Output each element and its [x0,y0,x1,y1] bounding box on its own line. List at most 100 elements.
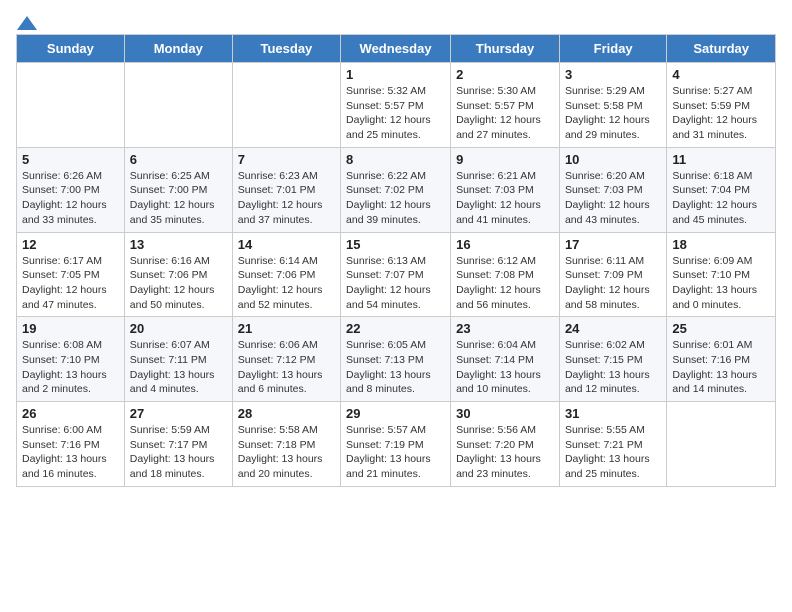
week-row-2: 12 Sunrise: 6:17 AM Sunset: 7:05 PM Dayli… [17,232,776,317]
day-number: 25 [672,321,770,336]
week-row-4: 26 Sunrise: 6:00 AM Sunset: 7:16 PM Dayli… [17,402,776,487]
day-number: 13 [130,237,227,252]
week-row-3: 19Sunrise: 6:08 AM Sunset: 7:10 PM Dayli… [17,317,776,402]
day-info: Sunrise: 5:29 AM Sunset: 5:58 PM Dayligh… [565,84,661,143]
day-cell: 28Sunrise: 5:58 AM Sunset: 7:18 PM Dayli… [232,402,340,487]
day-number: 9 [456,152,554,167]
weekday-header-tuesday: Tuesday [232,35,340,63]
day-info: Sunrise: 6:05 AM Sunset: 7:13 PM Dayligh… [346,338,445,397]
day-cell: 8 Sunrise: 6:22 AM Sunset: 7:02 PM Daylig… [341,147,451,232]
day-info: Sunrise: 6:00 AM Sunset: 7:16 PM Dayligh… [22,423,119,482]
day-info: Sunrise: 5:32 AM Sunset: 5:57 PM Dayligh… [346,84,445,143]
day-number: 31 [565,406,661,421]
day-cell: 18 Sunrise: 6:09 AM Sunset: 7:10 PM Dayli… [667,232,776,317]
day-number: 6 [130,152,227,167]
day-number: 17 [565,237,661,252]
day-number: 11 [672,152,770,167]
day-number: 24 [565,321,661,336]
day-number: 18 [672,237,770,252]
day-cell [124,63,232,148]
day-info: Sunrise: 6:09 AM Sunset: 7:10 PM Dayligh… [672,254,770,313]
day-info: Sunrise: 6:11 AM Sunset: 7:09 PM Dayligh… [565,254,661,313]
day-number: 21 [238,321,335,336]
day-cell: 23 Sunrise: 6:04 AM Sunset: 7:14 PM Dayli… [451,317,560,402]
day-number: 16 [456,237,554,252]
logo [16,16,38,26]
day-number: 4 [672,67,770,82]
day-info: Sunrise: 6:23 AM Sunset: 7:01 PM Dayligh… [238,169,335,228]
day-cell: 13 Sunrise: 6:16 AM Sunset: 7:06 PM Dayli… [124,232,232,317]
day-cell: 31 Sunrise: 5:55 AM Sunset: 7:21 PM Dayli… [559,402,666,487]
day-number: 26 [22,406,119,421]
day-info: Sunrise: 6:17 AM Sunset: 7:05 PM Dayligh… [22,254,119,313]
day-info: Sunrise: 5:55 AM Sunset: 7:21 PM Dayligh… [565,423,661,482]
day-info: Sunrise: 6:21 AM Sunset: 7:03 PM Dayligh… [456,169,554,228]
day-number: 15 [346,237,445,252]
day-info: Sunrise: 6:07 AM Sunset: 7:11 PM Dayligh… [130,338,227,397]
day-number: 1 [346,67,445,82]
header [16,16,776,26]
day-cell: 24 Sunrise: 6:02 AM Sunset: 7:15 PM Dayli… [559,317,666,402]
day-info: Sunrise: 6:08 AM Sunset: 7:10 PM Dayligh… [22,338,119,397]
day-number: 14 [238,237,335,252]
day-number: 30 [456,406,554,421]
day-info: Sunrise: 6:01 AM Sunset: 7:16 PM Dayligh… [672,338,770,397]
day-cell: 27 Sunrise: 5:59 AM Sunset: 7:17 PM Dayli… [124,402,232,487]
day-info: Sunrise: 6:02 AM Sunset: 7:15 PM Dayligh… [565,338,661,397]
day-number: 22 [346,321,445,336]
day-cell: 4 Sunrise: 5:27 AM Sunset: 5:59 PM Daylig… [667,63,776,148]
day-info: Sunrise: 6:20 AM Sunset: 7:03 PM Dayligh… [565,169,661,228]
weekday-header-monday: Monday [124,35,232,63]
day-number: 7 [238,152,335,167]
day-number: 28 [238,406,335,421]
day-cell: 7 Sunrise: 6:23 AM Sunset: 7:01 PM Daylig… [232,147,340,232]
day-info: Sunrise: 6:22 AM Sunset: 7:02 PM Dayligh… [346,169,445,228]
page-container: SundayMondayTuesdayWednesdayThursdayFrid… [16,16,776,487]
day-cell: 9 Sunrise: 6:21 AM Sunset: 7:03 PM Daylig… [451,147,560,232]
day-cell: 15 Sunrise: 6:13 AM Sunset: 7:07 PM Dayli… [341,232,451,317]
day-number: 10 [565,152,661,167]
day-number: 20 [130,321,227,336]
day-number: 27 [130,406,227,421]
day-number: 3 [565,67,661,82]
day-cell: 22 Sunrise: 6:05 AM Sunset: 7:13 PM Dayli… [341,317,451,402]
logo-icon [17,16,37,30]
day-info: Sunrise: 6:13 AM Sunset: 7:07 PM Dayligh… [346,254,445,313]
day-info: Sunrise: 6:16 AM Sunset: 7:06 PM Dayligh… [130,254,227,313]
day-number: 12 [22,237,119,252]
day-cell: 3 Sunrise: 5:29 AM Sunset: 5:58 PM Daylig… [559,63,666,148]
day-cell: 16 Sunrise: 6:12 AM Sunset: 7:08 PM Dayli… [451,232,560,317]
day-info: Sunrise: 6:06 AM Sunset: 7:12 PM Dayligh… [238,338,335,397]
day-cell: 5Sunrise: 6:26 AM Sunset: 7:00 PM Daylig… [17,147,125,232]
weekday-header-saturday: Saturday [667,35,776,63]
day-info: Sunrise: 5:57 AM Sunset: 7:19 PM Dayligh… [346,423,445,482]
day-cell [232,63,340,148]
weekday-header-sunday: Sunday [17,35,125,63]
weekday-header-row: SundayMondayTuesdayWednesdayThursdayFrid… [17,35,776,63]
day-cell [667,402,776,487]
day-info: Sunrise: 6:12 AM Sunset: 7:08 PM Dayligh… [456,254,554,313]
calendar-table: SundayMondayTuesdayWednesdayThursdayFrid… [16,34,776,487]
day-info: Sunrise: 5:27 AM Sunset: 5:59 PM Dayligh… [672,84,770,143]
day-number: 29 [346,406,445,421]
day-number: 2 [456,67,554,82]
day-cell: 12 Sunrise: 6:17 AM Sunset: 7:05 PM Dayli… [17,232,125,317]
day-cell: 21 Sunrise: 6:06 AM Sunset: 7:12 PM Dayli… [232,317,340,402]
day-info: Sunrise: 6:04 AM Sunset: 7:14 PM Dayligh… [456,338,554,397]
day-cell [17,63,125,148]
day-number: 5 [22,152,119,167]
day-cell: 19Sunrise: 6:08 AM Sunset: 7:10 PM Dayli… [17,317,125,402]
day-cell: 25 Sunrise: 6:01 AM Sunset: 7:16 PM Dayli… [667,317,776,402]
day-info: Sunrise: 6:14 AM Sunset: 7:06 PM Dayligh… [238,254,335,313]
weekday-header-friday: Friday [559,35,666,63]
day-number: 23 [456,321,554,336]
day-info: Sunrise: 5:30 AM Sunset: 5:57 PM Dayligh… [456,84,554,143]
day-cell: 1 Sunrise: 5:32 AM Sunset: 5:57 PM Daylig… [341,63,451,148]
day-cell: 26 Sunrise: 6:00 AM Sunset: 7:16 PM Dayli… [17,402,125,487]
week-row-1: 5Sunrise: 6:26 AM Sunset: 7:00 PM Daylig… [17,147,776,232]
day-cell: 11Sunrise: 6:18 AM Sunset: 7:04 PM Dayli… [667,147,776,232]
week-row-0: 1 Sunrise: 5:32 AM Sunset: 5:57 PM Daylig… [17,63,776,148]
day-number: 8 [346,152,445,167]
weekday-header-wednesday: Wednesday [341,35,451,63]
day-info: Sunrise: 5:59 AM Sunset: 7:17 PM Dayligh… [130,423,227,482]
